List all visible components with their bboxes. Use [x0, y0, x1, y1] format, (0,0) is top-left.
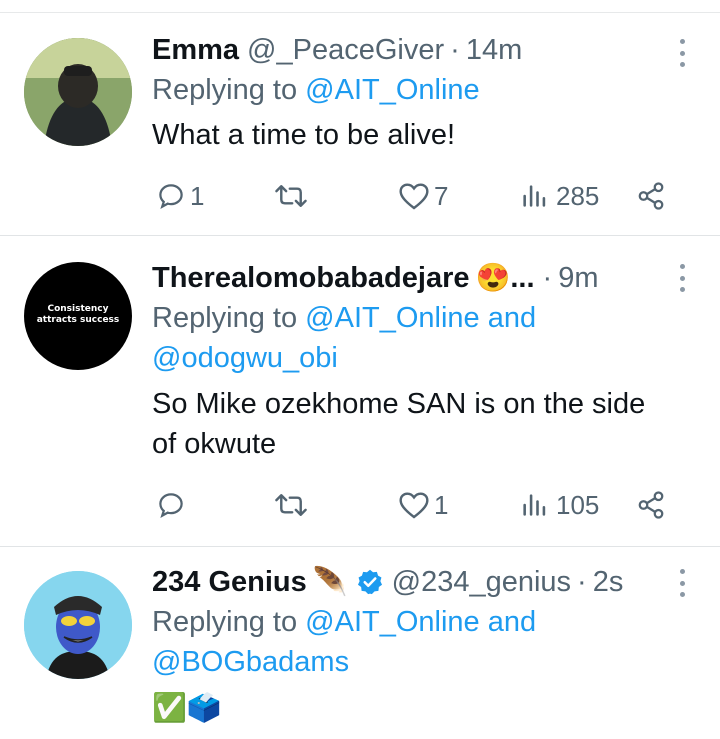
share-icon [638, 491, 664, 519]
mention-link[interactable]: @AIT_Online and [305, 606, 536, 638]
reply-feed: Emma @_PeaceGiver · 14m Replying to @AIT… [0, 0, 720, 739]
like-count: 7 [434, 180, 449, 211]
tweet-actions: 1 105 [152, 485, 672, 525]
avatar-text: attracts success [36, 315, 120, 325]
more-icon[interactable] [676, 569, 688, 597]
replying-to: Replying to @AIT_Online [152, 70, 680, 110]
retweet-icon [275, 185, 307, 207]
like-button[interactable]: 1 [398, 485, 448, 525]
share-icon [638, 182, 664, 210]
user-handle[interactable]: @234_genius [392, 562, 571, 602]
tweet-header: Therealomobabadejare 😍 ... · 9m [152, 258, 680, 298]
tweet-text: So Mike ozekhome SAN is on the side [152, 388, 646, 420]
retweet-button[interactable] [274, 176, 312, 216]
timestamp[interactable]: 9m [558, 258, 598, 298]
like-icon [399, 492, 429, 519]
replying-to: Replying to @AIT_Online and [152, 602, 680, 642]
avatar[interactable] [24, 38, 132, 146]
mention-link[interactable]: @BOGbadams [152, 642, 680, 682]
tweet-therealomobabadejare[interactable]: Consistency attracts success Therealomob… [0, 236, 720, 547]
avatar[interactable] [24, 571, 132, 679]
display-name[interactable]: Therealomobabadejare [152, 258, 470, 298]
like-button[interactable]: 7 [398, 176, 448, 216]
user-handle[interactable]: @_PeaceGiver [247, 30, 444, 70]
views-icon [523, 185, 546, 207]
views-count: 285 [556, 180, 600, 211]
replying-prefix: Replying to [152, 74, 306, 106]
tweet-text: ✅🗳️ [152, 692, 222, 723]
avatar[interactable]: Consistency attracts success [24, 262, 132, 370]
tweet-header: Emma @_PeaceGiver · 14m [152, 30, 680, 70]
mention-link[interactable]: @odogwu_obi [152, 338, 680, 378]
like-icon [399, 183, 429, 210]
like-count: 1 [434, 489, 449, 520]
reply-button[interactable] [156, 485, 190, 525]
display-name[interactable]: Emma [152, 30, 239, 70]
emoji: 🪶 [312, 566, 348, 597]
views-icon [523, 494, 546, 516]
tweet-header: 234 Genius 🪶 @234_genius · 2s [152, 562, 680, 602]
reply-icon [159, 493, 183, 518]
replying-prefix: Replying to [152, 606, 306, 638]
mention-link[interactable]: @AIT_Online [305, 74, 480, 106]
reply-count: 1 [190, 180, 205, 211]
tweet-234-genius[interactable]: 234 Genius 🪶 @234_genius · 2s Replying t… [0, 547, 720, 739]
separator-dot: · [450, 34, 460, 66]
truncation-ellipsis: ... [510, 262, 535, 294]
display-name[interactable]: 234 Genius [152, 562, 307, 602]
timestamp[interactable]: 14m [466, 30, 522, 70]
views-button[interactable]: 105 [520, 485, 599, 525]
share-button[interactable] [636, 485, 666, 525]
views-count: 105 [556, 489, 600, 520]
more-icon[interactable] [676, 264, 688, 292]
tweet-actions: 1 7 285 [152, 176, 672, 216]
tweet-emma[interactable]: Emma @_PeaceGiver · 14m Replying to @AIT… [0, 13, 720, 236]
more-icon[interactable] [676, 39, 688, 67]
views-button[interactable]: 285 [520, 176, 599, 216]
retweet-button[interactable] [274, 485, 312, 525]
tweet-text: of okwute [152, 428, 277, 460]
timestamp[interactable]: 2s [593, 562, 624, 602]
replying-prefix: Replying to [152, 302, 306, 334]
verified-badge-icon [356, 568, 384, 596]
separator-dot: · [577, 566, 587, 598]
replying-to: Replying to @AIT_Online and [152, 298, 680, 338]
reply-icon [159, 184, 183, 209]
divider [0, 0, 720, 13]
emoji: 😍 [475, 262, 511, 293]
mention-link[interactable]: @AIT_Online and [305, 302, 536, 334]
retweet-icon [275, 494, 307, 516]
avatar-text: Consistency [47, 304, 109, 314]
reply-button[interactable]: 1 [156, 176, 204, 216]
tweet-text: What a time to be alive! [152, 119, 456, 151]
separator-dot: · [542, 262, 553, 294]
share-button[interactable] [636, 176, 666, 216]
